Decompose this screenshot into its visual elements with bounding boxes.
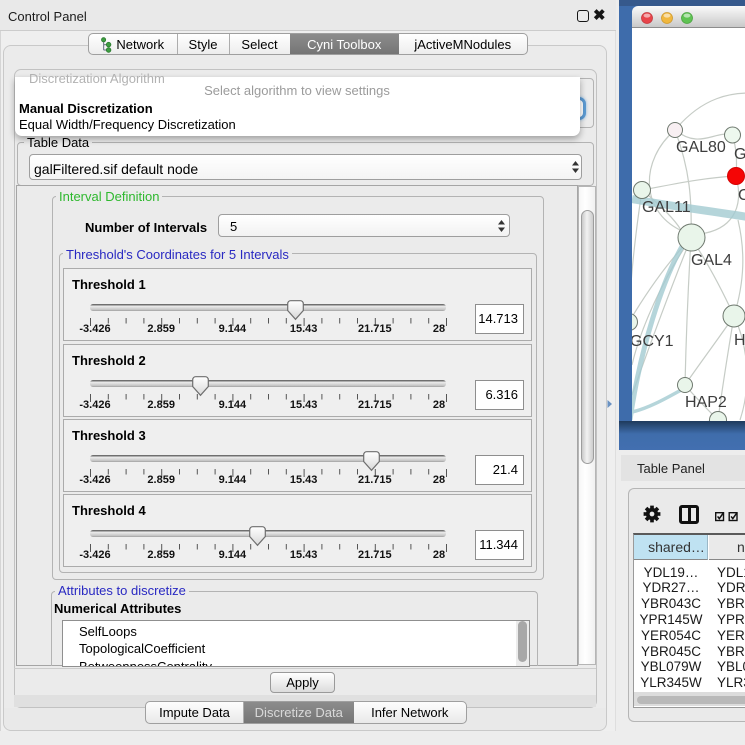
svg-text:GA: GA [734,146,745,163]
svg-text:GAL11: GAL11 [642,199,691,216]
svg-text:HAP2: HAP2 [685,394,727,411]
svg-text:GAL80: GAL80 [676,139,726,156]
svg-text:GCY1: GCY1 [632,333,674,350]
svg-text:C: C [738,187,745,204]
svg-text:H: H [734,332,745,349]
svg-text:GAL4: GAL4 [691,252,732,269]
